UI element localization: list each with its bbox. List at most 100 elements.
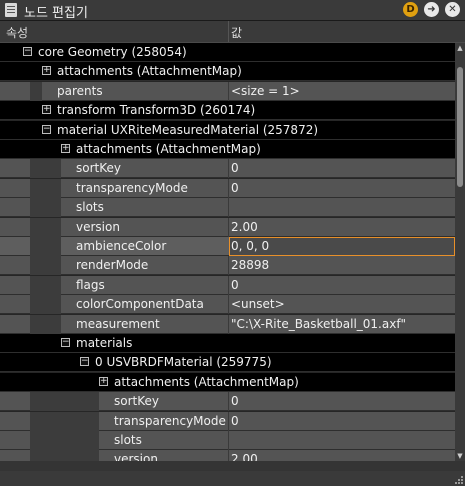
node-editor-window: 노드 편집기 D ➜ ✕ 속성 값 − core Geometry (258054… [0,0,465,486]
resize-grip-icon[interactable] [455,476,463,484]
property-name: sortKey [114,394,159,408]
property-name: attachments (AttachmentMap) [57,64,242,78]
property-value: 0 [231,181,239,195]
indent-guide [30,237,61,256]
indent-guide [30,276,61,295]
property-name: attachments (AttachmentMap) [114,375,299,389]
d-badge-button[interactable]: D [403,2,418,17]
document-icon [5,3,17,17]
collapse-icon[interactable]: − [80,357,89,366]
property-name: slots [114,433,142,447]
indent-guide [30,450,99,461]
column-divider[interactable] [228,21,229,42]
tree-row[interactable]: sortKey 0 [0,392,455,411]
indent-guide [30,198,61,217]
property-name: ambienceColor [76,239,167,253]
property-value: 0 [231,161,239,175]
close-icon[interactable]: ✕ [445,2,460,17]
column-divider [228,315,229,334]
expand-icon[interactable]: + [42,66,51,75]
tree-row[interactable]: + attachments (AttachmentMap) [0,140,455,159]
tree-row[interactable]: slots [0,198,455,217]
expand-icon[interactable]: + [99,377,108,386]
tree-row[interactable]: − materials [0,334,455,353]
property-name: colorComponentData [76,297,204,311]
collapse-icon[interactable]: − [61,338,70,347]
scroll-thumb[interactable] [457,67,463,187]
collapse-icon[interactable]: − [23,47,32,56]
tree-row[interactable]: sortKey 0 [0,159,455,178]
property-value: "C:\X-Rite_Basketball_01.axf" [231,317,407,331]
column-divider [228,218,229,237]
column-divider [228,256,229,275]
property-name: transparencyMode [114,414,226,428]
header-value[interactable]: 값 [231,24,242,41]
column-divider [228,412,229,431]
tree-row[interactable]: + attachments (AttachmentMap) [0,62,455,81]
status-bar [0,471,465,486]
tree-row[interactable]: + transform Transform3D (260174) [0,101,455,120]
title-bar[interactable]: 노드 편집기 D ➜ ✕ [0,0,465,21]
property-name: version [114,452,158,461]
tree-row[interactable]: flags 0 [0,276,455,295]
horizontal-scrollbar[interactable] [0,461,465,471]
property-name: transparencyMode [76,181,188,195]
expand-icon[interactable]: + [42,105,51,114]
arrow-right-icon[interactable]: ➜ [424,2,439,17]
property-value[interactable]: 0, 0, 0 [231,239,269,253]
tree-row[interactable]: ambienceColor 0, 0, 0 [0,237,455,256]
indent-guide [30,431,99,450]
property-name: materials [76,336,133,350]
column-divider [228,295,229,314]
tree-row[interactable]: version 2.00 [0,218,455,237]
window-title: 노드 편집기 [24,6,88,21]
property-name: 0 USVBRDFMaterial (259775) [95,355,272,369]
indent-guide [30,295,61,314]
tree-row[interactable]: measurement "C:\X-Rite_Basketball_01.axf" [0,315,455,334]
column-divider [228,431,229,450]
property-value: <size = 1> [231,84,300,98]
tree-row[interactable]: −0 USVBRDFMaterial (259775) [0,353,455,372]
property-value: 2.00 [231,220,258,234]
property-name: version [76,220,120,234]
property-value: 2.00 [231,452,258,461]
column-divider [228,82,229,101]
expand-icon[interactable]: + [61,144,70,153]
tree-row[interactable]: − material UXRiteMeasuredMaterial (257872… [0,121,455,140]
column-divider [228,159,229,178]
column-divider [228,392,229,411]
indent-guide [30,392,99,411]
indent-guide [30,218,61,237]
property-name: parents [57,84,103,98]
column-divider [228,198,229,217]
property-name: measurement [76,317,160,331]
property-value: 0 [231,414,239,428]
scroll-up-icon[interactable]: ▲ [455,43,465,53]
vertical-scrollbar[interactable]: ▲ ▼ [455,43,465,461]
property-value: 0 [231,394,239,408]
property-name: core Geometry (258054) [38,45,187,59]
tree-row[interactable]: version 2.00 [0,450,455,461]
indent-guide [30,82,42,101]
property-tree: − core Geometry (258054) + attachments (Att… [0,43,455,461]
property-name: flags [76,278,105,292]
indent-guide [30,159,61,178]
tree-row[interactable]: transparencyMode 0 [0,412,455,431]
tree-row[interactable]: parents <size = 1> [0,82,455,101]
scroll-down-icon[interactable]: ▼ [455,451,465,461]
indent-guide [30,315,61,334]
column-divider [228,276,229,295]
collapse-icon[interactable]: − [42,125,51,134]
tree-row[interactable]: colorComponentData <unset> [0,295,455,314]
indent-guide [30,412,99,431]
property-value: 0 [231,278,239,292]
tree-row[interactable]: transparencyMode 0 [0,179,455,198]
tree-row[interactable]: slots [0,431,455,450]
property-name: transform Transform3D (260174) [57,103,256,117]
indent-guide [30,179,61,198]
tree-row[interactable]: − core Geometry (258054) [0,43,455,62]
property-name: attachments (AttachmentMap) [76,142,261,156]
header-property[interactable]: 속성 [6,24,28,41]
tree-row[interactable]: + attachments (AttachmentMap) [0,373,455,392]
tree-row[interactable]: renderMode 28898 [0,256,455,275]
